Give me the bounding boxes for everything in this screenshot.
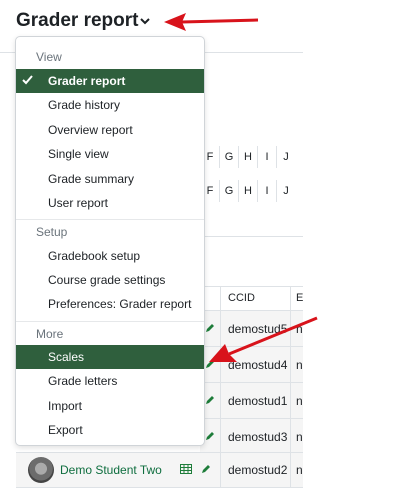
menu-item-single-view[interactable]: Single view — [16, 142, 204, 166]
menu-item-label: Single view — [48, 147, 109, 161]
page-title[interactable]: Grader report — [16, 10, 138, 32]
menu-item-label: Scales — [48, 350, 85, 364]
column-header-e[interactable]: E — [296, 292, 303, 304]
menu-item-gradebook-setup[interactable]: Gradebook setup — [16, 244, 204, 268]
table-row: demostud3 n — [200, 419, 303, 455]
letter-filter[interactable]: I — [257, 146, 276, 168]
menu-item-label: Preferences: Grader report — [48, 297, 192, 311]
menu-item-course-grade-settings[interactable]: Course grade settings — [16, 268, 204, 292]
divider — [16, 219, 204, 220]
menu-item-overview-report[interactable]: Overview report — [16, 118, 204, 142]
table-row: demostud1 n — [200, 383, 303, 419]
letter-filter[interactable]: G — [219, 180, 238, 202]
letter-filter[interactable]: H — [238, 146, 257, 168]
menu-item-label: Grade history — [48, 98, 121, 112]
menu-item-label: Gradebook setup — [48, 249, 141, 263]
menu-item-grader-report[interactable]: Grader report — [16, 69, 204, 93]
column-header-ccid[interactable]: CCID — [228, 292, 255, 304]
letter-filter[interactable]: J — [276, 146, 295, 168]
pencil-icon[interactable] — [204, 430, 216, 442]
menu-item-label: Grader report — [48, 74, 126, 88]
letter-filter[interactable]: H — [238, 180, 257, 202]
pencil-icon[interactable] — [200, 463, 212, 475]
ccid-cell: demostud4 — [228, 358, 288, 372]
ccid-cell: demostud3 — [228, 430, 288, 444]
grader-table: CCID E demostud5 n demostud4 n demostud1… — [200, 286, 303, 455]
ccid-cell: demostud5 — [228, 322, 288, 336]
menu-group-label: More — [36, 327, 64, 341]
letter-filter[interactable]: G — [219, 146, 238, 168]
email-cell: n — [296, 322, 303, 336]
menu-item-label: Import — [48, 399, 83, 413]
menu-item-label: Export — [48, 423, 83, 437]
report-selector-menu: View Grader report Grade history Overvie… — [15, 36, 205, 446]
check-icon — [22, 75, 33, 85]
menu-item-label: Overview report — [48, 123, 133, 137]
email-cell: n — [296, 463, 303, 477]
pencil-icon[interactable] — [204, 322, 216, 334]
student-name-link[interactable]: Demo Student Two — [60, 463, 162, 477]
letter-filter[interactable]: I — [257, 180, 276, 202]
ccid-cell: demostud1 — [228, 394, 288, 408]
menu-item-user-report[interactable]: User report — [16, 191, 204, 215]
menu-group-label: View — [36, 50, 62, 64]
menu-item-label: Grade letters — [48, 374, 118, 388]
chevron-down-icon[interactable] — [139, 15, 151, 27]
initials-filter-first: F G H I J — [200, 146, 295, 168]
divider — [16, 321, 204, 322]
menu-item-label: Grade summary — [48, 172, 135, 186]
ccid-cell: demostud2 — [228, 463, 288, 477]
menu-item-label: Course grade settings — [48, 273, 166, 287]
letter-filter[interactable]: J — [276, 180, 295, 202]
table-icon[interactable] — [180, 463, 192, 475]
menu-item-grade-letters[interactable]: Grade letters — [16, 369, 204, 393]
annotation-arrow — [164, 13, 259, 31]
email-cell: n — [296, 358, 303, 372]
menu-item-grade-history[interactable]: Grade history — [16, 93, 204, 117]
menu-group-label: Setup — [36, 225, 68, 239]
pencil-icon[interactable] — [204, 358, 216, 370]
table-header: CCID E — [200, 286, 303, 311]
menu-item-preferences-grader-report[interactable]: Preferences: Grader report — [16, 292, 204, 316]
menu-item-export[interactable]: Export — [16, 418, 204, 442]
menu-item-grade-summary[interactable]: Grade summary — [16, 167, 204, 191]
table-row: Demo Student Two demostud2 n — [16, 452, 303, 488]
menu-item-label: User report — [48, 196, 109, 210]
email-cell: n — [296, 430, 303, 444]
divider — [200, 236, 303, 237]
avatar[interactable] — [28, 457, 54, 483]
pencil-icon[interactable] — [204, 394, 216, 406]
email-cell: n — [296, 394, 303, 408]
menu-item-import[interactable]: Import — [16, 394, 204, 418]
menu-item-scales[interactable]: Scales — [16, 345, 204, 369]
table-row: demostud5 n — [200, 311, 303, 347]
initials-filter-last: F G H I J — [200, 180, 295, 202]
table-row: demostud4 n — [200, 347, 303, 383]
